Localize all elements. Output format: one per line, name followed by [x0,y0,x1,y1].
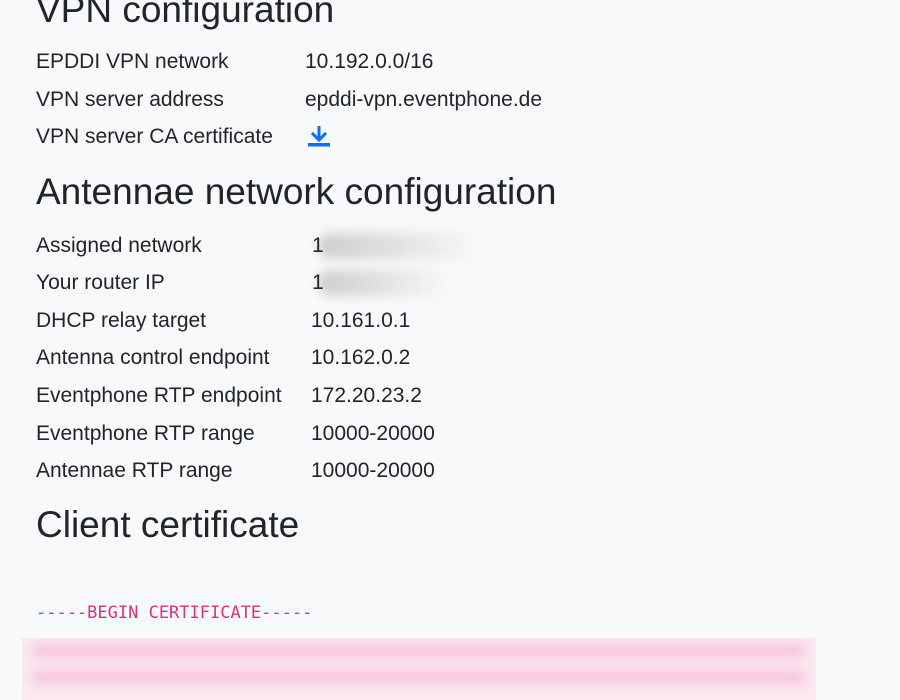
dhcp-relay-label: DHCP relay target [36,309,207,332]
assigned-network-value: 1 [312,234,324,257]
eventphone-rtp-range-label: Eventphone RTP range [36,422,255,445]
router-ip-value: 1 [312,271,324,294]
antenna-control-value: 10.162.0.2 [311,346,411,369]
router-ip-label: Your router IP [36,271,165,294]
client-certificate-heading: Client certificate [36,504,300,545]
vpn-server-address-label: VPN server address [36,88,224,111]
eventphone-rtp-endpoint-value: 172.20.23.2 [311,384,422,407]
vpn-configuration-heading: VPN configuration [36,0,335,30]
certificate-line [32,646,806,656]
vpn-network-value: 10.192.0.0/16 [305,50,434,73]
antennae-configuration-heading: Antennae network configuration [36,171,557,212]
assigned-network-redaction [318,233,478,259]
antenna-control-label: Antenna control endpoint [36,346,270,369]
vpn-ca-certificate-label: VPN server CA certificate [36,125,273,148]
eventphone-rtp-range-value: 10000-20000 [311,422,435,445]
certificate-body-redacted [22,638,816,700]
assigned-network-label: Assigned network [36,234,202,257]
antennae-rtp-range-value: 10000-20000 [311,459,435,482]
vpn-server-address-value: epddi-vpn.eventphone.de [305,88,543,111]
antennae-rtp-range-label: Antennae RTP range [36,459,233,482]
certificate-line [32,672,806,682]
certificate-begin-marker: -----BEGIN CERTIFICATE----- [36,603,313,623]
page: VPN configuration EPDDI VPN network 10.1… [0,0,900,700]
eventphone-rtp-endpoint-label: Eventphone RTP endpoint [36,384,282,407]
dhcp-relay-value: 10.161.0.1 [311,309,411,332]
vpn-network-label: EPDDI VPN network [36,50,229,73]
router-ip-redaction [318,270,448,296]
download-icon[interactable] [307,126,331,148]
